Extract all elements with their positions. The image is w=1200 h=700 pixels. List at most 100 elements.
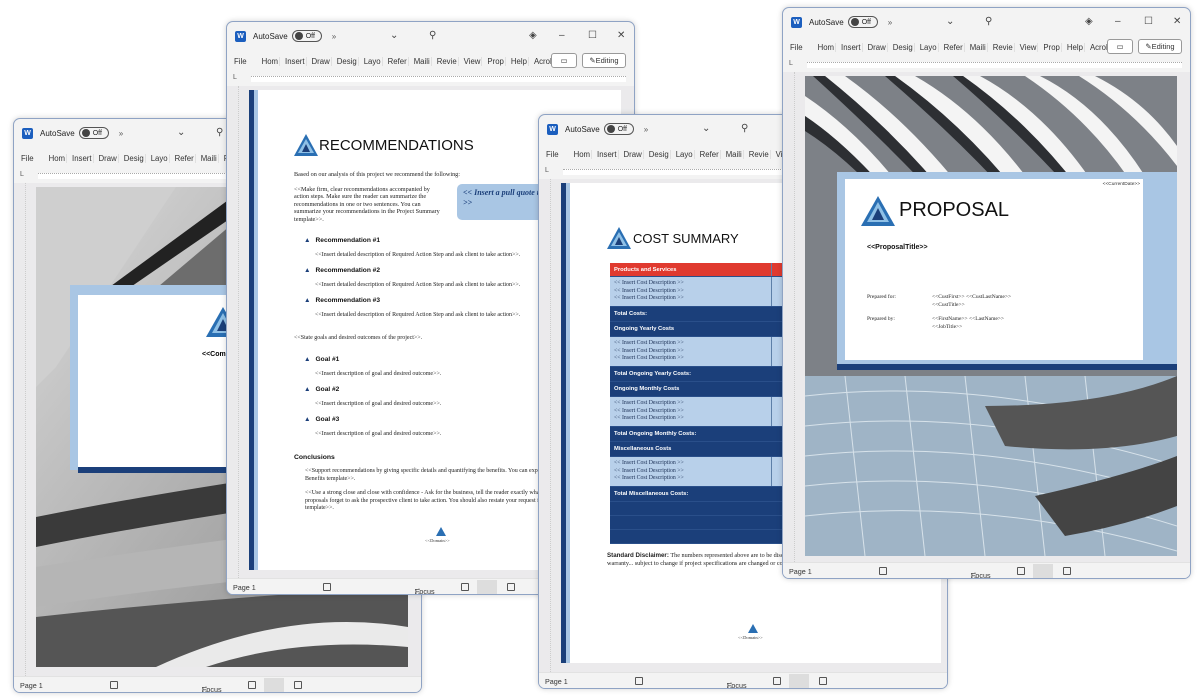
search-icon[interactable]: ⚲	[216, 127, 223, 138]
autosave-toggle[interactable]: Off	[603, 123, 634, 135]
tab-mailings[interactable]: Maili	[970, 42, 988, 52]
cost-description[interactable]: << Insert Cost Description >>	[614, 468, 767, 476]
print-layout-button[interactable]	[264, 678, 284, 692]
cost-description[interactable]: << Insert Cost Description >>	[614, 348, 767, 356]
more-icon[interactable]: »	[888, 18, 892, 27]
page-indicator[interactable]: Page 1	[233, 583, 256, 592]
autosave-toggle[interactable]: Off	[78, 127, 109, 139]
read-mode-icon[interactable]	[248, 681, 256, 689]
dropdown-chevron-icon[interactable]: ⌄	[390, 30, 398, 41]
cost-description[interactable]: << Insert Cost Description >>	[614, 340, 767, 348]
print-layout-button[interactable]	[789, 674, 809, 688]
minimize-button[interactable]: –	[1115, 16, 1121, 27]
tab-draw[interactable]: Draw	[624, 149, 644, 159]
print-layout-button[interactable]	[1033, 564, 1053, 578]
tab-stop-selector[interactable]: L	[233, 74, 237, 81]
tab-review[interactable]: Revie	[437, 56, 459, 66]
more-icon[interactable]: »	[644, 125, 648, 134]
tab-properties[interactable]: Prop	[1043, 42, 1062, 52]
tab-insert[interactable]: Insert	[597, 149, 619, 159]
tab-help[interactable]: Help	[511, 56, 529, 66]
tab-design[interactable]: Desig	[124, 153, 146, 163]
page-indicator[interactable]: Page 1	[545, 677, 568, 686]
tab-view[interactable]: View	[1020, 42, 1039, 52]
tab-mailings[interactable]: Maili	[726, 149, 744, 159]
minimize-button[interactable]: –	[559, 30, 565, 41]
tab-home[interactable]: Hom	[262, 56, 281, 66]
tab-references[interactable]: Refer	[175, 153, 196, 163]
vertical-ruler[interactable]	[14, 183, 26, 676]
editing-mode-button[interactable]: ✎ Editing	[1138, 39, 1182, 54]
vertical-ruler[interactable]	[783, 72, 795, 562]
cost-description[interactable]: << Insert Cost Description >>	[614, 460, 767, 468]
tab-insert[interactable]: Insert	[285, 56, 307, 66]
tab-help[interactable]: Help	[1067, 42, 1085, 52]
autosave-toggle[interactable]: Off	[847, 16, 878, 28]
tab-layout[interactable]: Layo	[151, 153, 170, 163]
read-mode-icon[interactable]	[1017, 567, 1025, 575]
close-button[interactable]: ✕	[617, 30, 625, 41]
read-mode-icon[interactable]	[773, 677, 781, 685]
tab-stop-selector[interactable]: L	[20, 171, 24, 178]
search-icon[interactable]: ⚲	[741, 123, 748, 134]
vertical-ruler[interactable]	[227, 86, 239, 578]
search-icon[interactable]: ⚲	[985, 16, 992, 27]
tab-design[interactable]: Desig	[893, 42, 915, 52]
dropdown-chevron-icon[interactable]: ⌄	[702, 123, 710, 134]
tab-mailings[interactable]: Maili	[414, 56, 432, 66]
cost-description[interactable]: << Insert Cost Description >>	[614, 475, 767, 483]
read-mode-icon[interactable]	[461, 583, 469, 591]
more-icon[interactable]: »	[119, 129, 123, 138]
tab-file[interactable]: File	[21, 154, 35, 163]
page-indicator[interactable]: Page 1	[789, 567, 812, 576]
designer-icon[interactable]: ◈	[1085, 16, 1093, 27]
tab-layout[interactable]: Layo	[364, 56, 383, 66]
tab-home[interactable]: Hom	[818, 42, 837, 52]
web-layout-icon[interactable]	[507, 583, 515, 591]
web-layout-icon[interactable]	[1063, 567, 1071, 575]
tab-draw[interactable]: Draw	[99, 153, 119, 163]
tab-mailings[interactable]: Maili	[201, 153, 219, 163]
tab-layout[interactable]: Layo	[676, 149, 695, 159]
accessibility-icon[interactable]	[635, 677, 643, 685]
tab-file[interactable]: File	[546, 150, 560, 159]
tab-file[interactable]: File	[790, 43, 804, 52]
close-button[interactable]: ✕	[1173, 16, 1181, 27]
cost-description[interactable]: << Insert Cost Description >>	[614, 408, 767, 416]
cost-description[interactable]: << Insert Cost Description >>	[614, 400, 767, 408]
tab-references[interactable]: Refer	[944, 42, 965, 52]
tab-insert[interactable]: Insert	[72, 153, 94, 163]
vertical-ruler[interactable]	[539, 179, 551, 672]
tab-review[interactable]: Revie	[993, 42, 1015, 52]
cost-description[interactable]: << Insert Cost Description >>	[614, 355, 767, 363]
tab-file[interactable]: File	[234, 57, 248, 66]
cost-description[interactable]: << Insert Cost Description >>	[614, 415, 767, 423]
tab-home[interactable]: Hom	[574, 149, 593, 159]
dropdown-chevron-icon[interactable]: ⌄	[177, 127, 185, 138]
tab-stop-selector[interactable]: L	[789, 60, 793, 67]
tab-design[interactable]: Desig	[337, 56, 359, 66]
horizontal-ruler[interactable]: L	[227, 72, 634, 86]
editing-mode-button[interactable]: ✎ Editing	[582, 53, 626, 68]
tab-insert[interactable]: Insert	[841, 42, 863, 52]
more-icon[interactable]: »	[332, 32, 336, 41]
comments-button[interactable]: ▭	[551, 53, 577, 68]
comments-button[interactable]: ▭	[1107, 39, 1133, 54]
tab-draw[interactable]: Draw	[312, 56, 332, 66]
autosave-toggle[interactable]: Off	[291, 30, 322, 42]
accessibility-icon[interactable]	[110, 681, 118, 689]
web-layout-icon[interactable]	[819, 677, 827, 685]
accessibility-icon[interactable]	[879, 567, 887, 575]
tab-layout[interactable]: Layo	[920, 42, 939, 52]
accessibility-icon[interactable]	[323, 583, 331, 591]
dropdown-chevron-icon[interactable]: ⌄	[946, 16, 954, 27]
tab-home[interactable]: Hom	[49, 153, 68, 163]
maximize-button[interactable]: ☐	[1144, 16, 1153, 27]
search-icon[interactable]: ⚲	[429, 30, 436, 41]
tab-stop-selector[interactable]: L	[545, 167, 549, 174]
tab-references[interactable]: Refer	[388, 56, 409, 66]
web-layout-icon[interactable]	[294, 681, 302, 689]
horizontal-ruler[interactable]: L	[783, 58, 1190, 72]
maximize-button[interactable]: ☐	[588, 30, 597, 41]
cost-description[interactable]: << Insert Cost Description >>	[614, 280, 767, 288]
